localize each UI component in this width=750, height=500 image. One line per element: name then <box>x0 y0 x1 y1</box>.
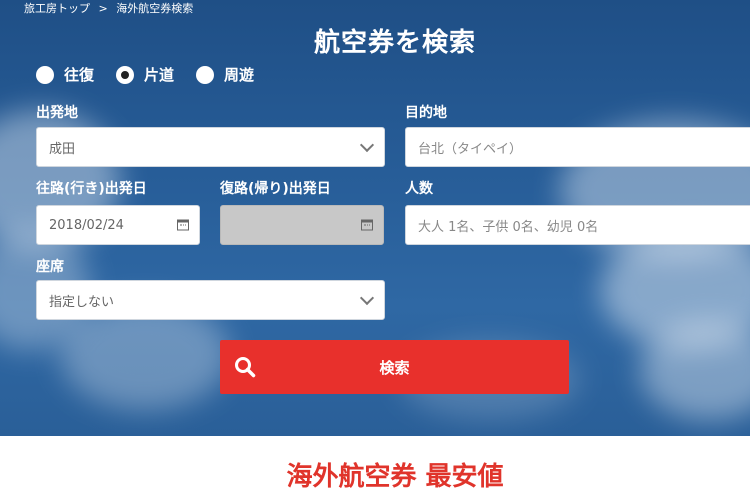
destination-label: 目的地 <box>405 105 447 121</box>
hero-background: 旅工房トップ > 海外航空券検索 航空券を検索 往復 片道 周遊 出発地 成田 … <box>0 0 750 436</box>
chevron-down-icon <box>359 290 375 306</box>
search-button-label: 検索 <box>379 358 410 377</box>
cheapest-fares-heading: 海外航空券 最安値 <box>286 462 504 492</box>
radio-round-trip[interactable]: 往復 <box>36 64 94 85</box>
radio-label: 周遊 <box>224 66 255 84</box>
radio-label: 片道 <box>144 66 175 84</box>
breadcrumb-separator: > <box>98 2 108 15</box>
passengers-input[interactable]: 大人 1名、子供 0名、幼児 0名 <box>405 205 750 245</box>
radio-multi-city[interactable]: 周遊 <box>196 64 254 85</box>
radio-indicator[interactable] <box>36 65 54 84</box>
search-button[interactable]: 検索 <box>220 340 569 394</box>
destination-placeholder: 台北（タイペイ） <box>418 141 523 157</box>
breadcrumb-current: 海外航空券検索 <box>116 2 194 15</box>
passengers-label: 人数 <box>405 181 433 197</box>
departure-value: 成田 <box>49 141 76 157</box>
return-date-label: 復路(帰り)出発日 <box>220 181 331 197</box>
radio-indicator-selected[interactable] <box>116 65 135 84</box>
seat-select[interactable]: 指定しない <box>36 280 385 320</box>
chevron-down-icon <box>359 137 375 153</box>
outbound-date-value: 2018/02/24 <box>49 217 124 233</box>
radio-label: 往復 <box>64 66 95 84</box>
departure-select[interactable]: 成田 <box>36 127 385 167</box>
seat-value: 指定しない <box>49 294 115 310</box>
radio-one-way[interactable]: 片道 <box>116 64 174 85</box>
search-icon <box>235 357 256 378</box>
calendar-icon[interactable] <box>177 219 189 231</box>
seat-label: 座席 <box>36 259 64 275</box>
radio-indicator[interactable] <box>196 65 215 84</box>
destination-input[interactable]: 台北（タイペイ） <box>405 127 750 167</box>
departure-label: 出発地 <box>36 105 78 121</box>
passengers-placeholder: 大人 1名、子供 0名、幼児 0名 <box>418 219 599 235</box>
calendar-icon <box>361 219 373 231</box>
trip-type-radio-group: 往復 片道 周遊 <box>36 64 276 85</box>
outbound-date-input[interactable]: 2018/02/24 <box>36 205 200 245</box>
page-title: 航空券を検索 <box>313 28 476 58</box>
breadcrumb-home-link[interactable]: 旅工房トップ <box>24 2 90 15</box>
breadcrumb: 旅工房トップ > 海外航空券検索 <box>24 0 193 16</box>
outbound-date-label: 往路(行き)出発日 <box>36 181 147 197</box>
return-date-input <box>220 205 384 245</box>
